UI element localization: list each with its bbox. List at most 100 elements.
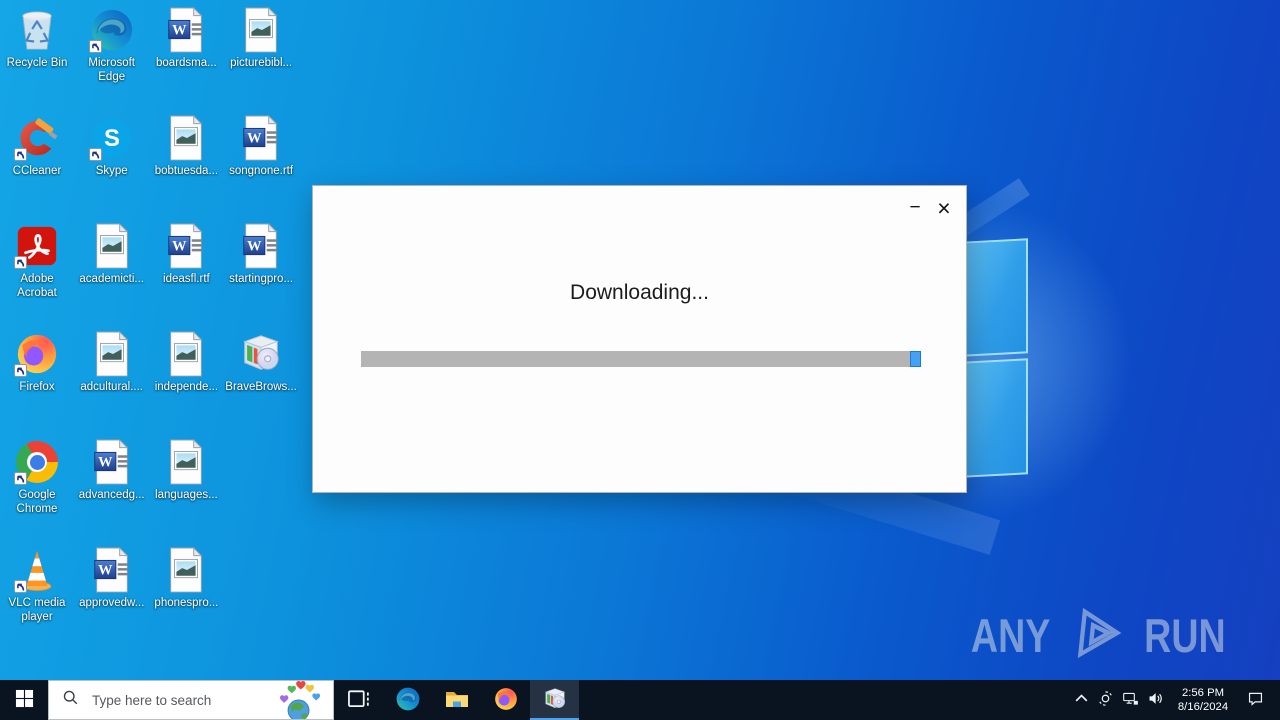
svg-text:W: W (247, 130, 262, 146)
svg-text:W: W (247, 238, 262, 254)
desktop-icon-label: startingpro... (229, 273, 294, 285)
desktop-icon-label: BraveBrows... (225, 381, 297, 393)
svg-text:W: W (98, 454, 113, 470)
image-icon (89, 223, 135, 269)
desktop-icon-picturebibl-image[interactable]: picturebibl... (224, 6, 298, 70)
taskbar-clock[interactable]: 2:56 PM 8/16/2024 (1168, 686, 1238, 714)
shortcut-arrow-icon (14, 472, 27, 485)
search-input[interactable] (90, 691, 254, 709)
windows-desktop-screen: ANY RUN Recycle Bin Microsoft Edge W boa… (0, 0, 1280, 720)
svg-text:W: W (98, 562, 113, 578)
close-button[interactable]: × (932, 186, 966, 230)
desktop-icon-ccleaner[interactable]: CCleaner (0, 114, 74, 178)
desktop-icon-boardsma-doc[interactable]: W boardsma... (149, 6, 223, 70)
desktop-icon-advancedg-doc[interactable]: W advancedg... (75, 438, 149, 502)
image-icon (89, 331, 135, 377)
desktop-icon-label: academicti... (79, 273, 144, 285)
windows-start-icon (15, 689, 34, 711)
volume-button[interactable] (1143, 680, 1168, 720)
taskbar-file-explorer-button[interactable] (432, 680, 481, 720)
image-icon (238, 7, 284, 53)
desktop-icon-approvedw-doc[interactable]: W approvedw... (75, 546, 149, 610)
windows-logo (962, 238, 1028, 478)
speaker-icon (1147, 690, 1164, 710)
desktop-icon-label: bobtuesda... (154, 165, 219, 177)
desktop-icon-label: Recycle Bin (6, 57, 68, 69)
desktop-icon-adcultural-image[interactable]: adcultural.... (75, 330, 149, 394)
desktop-icon-firefox[interactable]: Firefox (0, 330, 74, 394)
search-highlight-globe-icon[interactable] (271, 681, 327, 720)
show-hidden-icons-button[interactable] (1069, 680, 1093, 720)
word-icon: W (89, 547, 135, 593)
taskbar-search-box[interactable] (48, 680, 334, 720)
desktop-icon-phonespro-image[interactable]: phonespro... (149, 546, 223, 610)
desktop-icon-label: adcultural.... (80, 381, 144, 393)
anyrun-watermark: ANY RUN (961, 606, 1236, 665)
word-icon: W (238, 115, 284, 161)
shortcut-arrow-icon (14, 580, 27, 593)
desktop-icon-bobtuesda-image[interactable]: bobtuesda... (149, 114, 223, 178)
taskbar-installer-button-active[interactable] (530, 680, 579, 720)
task-view-button[interactable] (334, 680, 383, 720)
desktop-icon-songnone-rtf[interactable]: W songnone.rtf (224, 114, 298, 178)
word-icon: W (163, 7, 209, 53)
downloading-status-text: Downloading... (570, 281, 709, 304)
desktop-icon-independe-image[interactable]: independe... (149, 330, 223, 394)
action-center-icon (1247, 690, 1264, 710)
desktop-icon-label: Adobe Acrobat (17, 273, 57, 299)
desktop-icon-skype[interactable]: S Skype (75, 114, 149, 178)
taskbar-edge-button[interactable] (383, 680, 432, 720)
search-icon (62, 689, 79, 711)
windows-logo-pane-top (962, 238, 1028, 357)
image-icon (163, 115, 209, 161)
desktop-icon-label: picturebibl... (230, 57, 293, 69)
image-icon (163, 547, 209, 593)
start-button[interactable] (0, 680, 48, 720)
installer-box-icon (542, 686, 568, 715)
download-progress-bar (361, 351, 921, 367)
downloading-dialog: − × Downloading... (312, 185, 967, 493)
shortcut-arrow-icon (88, 148, 102, 161)
desktop-icon-label: approvedw... (79, 597, 145, 609)
clock-time: 2:56 PM (1181, 687, 1225, 699)
desktop-icon-ideasfl-rtf[interactable]: W ideasfl.rtf (149, 222, 223, 286)
desktop-icon-recycle-bin[interactable]: Recycle Bin (0, 6, 74, 70)
desktop-icon-label: independe... (154, 381, 219, 393)
shortcut-arrow-icon (88, 40, 102, 53)
camera-icon (1097, 690, 1114, 710)
desktop-icon-label: boardsma... (156, 57, 217, 69)
desktop-icon-label: ideasfl.rtf (163, 273, 210, 285)
desktop-icon-startingpro-doc[interactable]: W startingpro... (224, 222, 298, 286)
svg-text:W: W (173, 22, 188, 38)
clock-date: 8/16/2024 (1177, 701, 1229, 713)
desktop-icon-academicti-image[interactable]: academicti... (75, 222, 149, 286)
task-view-icon (346, 686, 372, 715)
desktop-icon-adobe-acrobat[interactable]: Adobe Acrobat (0, 222, 74, 300)
word-icon: W (89, 439, 135, 485)
chevron-up-icon (1073, 690, 1090, 710)
svg-text:S: S (104, 125, 120, 152)
taskbar-firefox-button[interactable] (481, 680, 530, 720)
desktop-icon-languages-image[interactable]: languages... (149, 438, 223, 502)
system-tray: 2:56 PM 8/16/2024 (1069, 680, 1280, 720)
firefox-icon (493, 686, 519, 715)
network-button[interactable] (1118, 680, 1143, 720)
windows-logo-pane-bottom (962, 358, 1028, 478)
minimize-button[interactable]: − (898, 186, 932, 230)
taskbar: 2:56 PM 8/16/2024 (0, 680, 1280, 720)
meet-now-button[interactable] (1093, 680, 1118, 720)
progress-marquee-block (910, 351, 921, 367)
desktop-icon-google-chrome[interactable]: Google Chrome (0, 438, 74, 516)
desktop-icon-label: Microsoft Edge (88, 57, 136, 83)
desktop-icon-vlc-media-player[interactable]: VLC media player (0, 546, 74, 624)
dialog-window-controls: − × (898, 186, 966, 230)
desktop-icon-label: phonespro... (154, 597, 219, 609)
desktop-icon-label: songnone.rtf (229, 165, 294, 177)
watermark-text-run: RUN (1144, 609, 1226, 662)
image-icon (163, 439, 209, 485)
action-center-button[interactable] (1238, 680, 1272, 720)
desktop-icon-bravebrowser-installer[interactable]: BraveBrows... (224, 330, 298, 394)
watermark-text-any: ANY (970, 609, 1051, 662)
desktop-icon-label: VLC media player (8, 597, 66, 623)
desktop-icon-microsoft-edge[interactable]: Microsoft Edge (75, 6, 149, 84)
